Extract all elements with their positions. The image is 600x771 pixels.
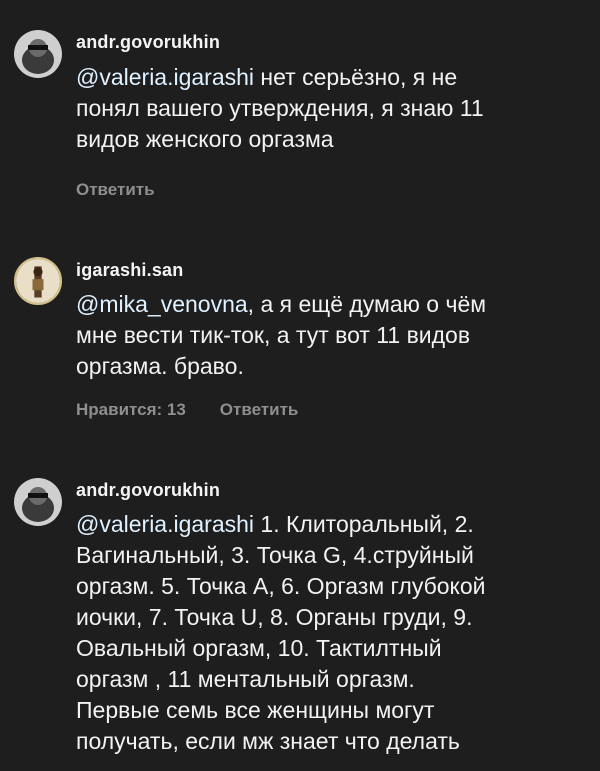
reply-button[interactable]: Ответить <box>220 400 299 420</box>
comment-text-line: видов женского оргазма <box>76 126 334 152</box>
comment-username[interactable]: andr.govorukhin <box>76 480 220 501</box>
comment-text: @valeria.igarashi 1. Клиторальный, 2. Ва… <box>76 509 581 757</box>
reply-button[interactable]: Ответить <box>76 180 155 200</box>
likes-count[interactable]: Нравится: 13 <box>76 400 186 420</box>
avatar[interactable] <box>14 257 62 305</box>
mention-link[interactable]: @valeria.igarashi <box>76 511 254 537</box>
comment-actions: Нравится: 13 Ответить <box>76 400 298 420</box>
comment-actions: Ответить <box>76 180 155 200</box>
comment-text-line: мне вести тик-ток, а тут вот 11 видов <box>76 322 471 348</box>
comment-text-line: оргазма. браво. <box>76 353 244 379</box>
comment-username[interactable]: andr.govorukhin <box>76 32 220 53</box>
comment-text: @valeria.igarashi нет серьёзно, я не пон… <box>76 62 581 155</box>
avatar[interactable] <box>14 478 62 526</box>
comment-text-line: , а я ещё думаю о чём <box>247 291 487 317</box>
comment-username[interactable]: igarashi.san <box>76 260 183 281</box>
comment-text-line: оргазм. 5. Точка А, 6. Оргазм глубокой <box>76 573 486 599</box>
mention-link[interactable]: @mika_venovna <box>76 291 248 317</box>
avatar[interactable] <box>14 30 62 78</box>
comment-text-line: иочки, 7. Точка U, 8. Органы груди, 9. <box>76 604 473 630</box>
comment-text-line: 1. Клиторальный, 2. <box>254 511 474 537</box>
comment-text-line: понял вашего утверждения, я знаю 11 <box>76 95 484 121</box>
comment-text-line: получать, если мж знает что делать <box>76 728 460 754</box>
comment-text-line: нет серьёзно, я не <box>254 64 458 90</box>
comment-text: @mika_venovna, а я ещё думаю о чём мне в… <box>76 289 581 382</box>
comment-text-line: Вагинальный, 3. Точка G, 4.струйный <box>76 542 474 568</box>
comment-text-line: оргазм , 11 ментальный оргазм. <box>76 666 415 692</box>
comment-text-line: Овальный оргазм, 10. Тактилтный <box>76 635 442 661</box>
comment-text-line: Первые семь все женщины могут <box>76 697 435 723</box>
mention-link[interactable]: @valeria.igarashi <box>76 64 254 90</box>
